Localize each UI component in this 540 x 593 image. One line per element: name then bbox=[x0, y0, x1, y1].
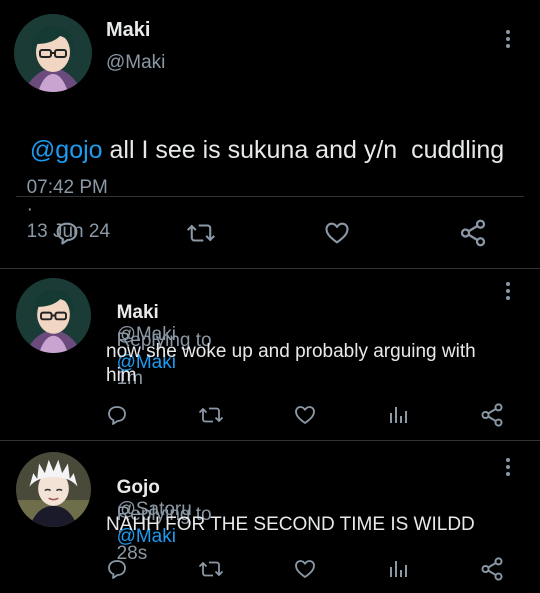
reply-icon[interactable] bbox=[105, 557, 129, 581]
retweet-icon[interactable] bbox=[198, 557, 224, 581]
reply-icon[interactable] bbox=[53, 219, 81, 247]
more-options-icon[interactable] bbox=[498, 456, 518, 480]
tweet-body: all I see is sukuna and y/n cuddling bbox=[102, 136, 505, 164]
like-icon[interactable] bbox=[322, 219, 352, 247]
author-name[interactable]: Maki bbox=[106, 19, 150, 42]
separator-dot: · bbox=[26, 199, 33, 220]
share-icon[interactable] bbox=[458, 218, 488, 248]
reply-text-line: NAHH FOR THE SECOND TIME IS WILDD bbox=[106, 514, 475, 535]
like-icon[interactable] bbox=[292, 403, 318, 427]
reply-text-line: him bbox=[106, 365, 137, 386]
stats-icon[interactable] bbox=[386, 557, 410, 581]
share-icon[interactable] bbox=[479, 556, 505, 582]
retweet-icon[interactable] bbox=[186, 219, 216, 247]
avatar-gojo[interactable] bbox=[16, 452, 91, 527]
avatar-maki[interactable] bbox=[14, 14, 92, 92]
tweet-time: 07:42 PM bbox=[26, 177, 108, 198]
retweet-icon[interactable] bbox=[198, 403, 224, 427]
divider bbox=[16, 196, 524, 197]
stats-icon[interactable] bbox=[386, 403, 410, 427]
like-icon[interactable] bbox=[292, 557, 318, 581]
divider bbox=[0, 268, 540, 269]
share-icon[interactable] bbox=[479, 402, 505, 428]
reply-text-line: now she woke up and probably arguing wit… bbox=[106, 341, 476, 362]
author-handle[interactable]: @Maki bbox=[106, 52, 165, 74]
divider bbox=[0, 440, 540, 441]
avatar-maki[interactable] bbox=[16, 278, 91, 353]
more-options-icon[interactable] bbox=[498, 28, 518, 52]
more-options-icon[interactable] bbox=[498, 280, 518, 304]
reply-icon[interactable] bbox=[105, 403, 129, 427]
